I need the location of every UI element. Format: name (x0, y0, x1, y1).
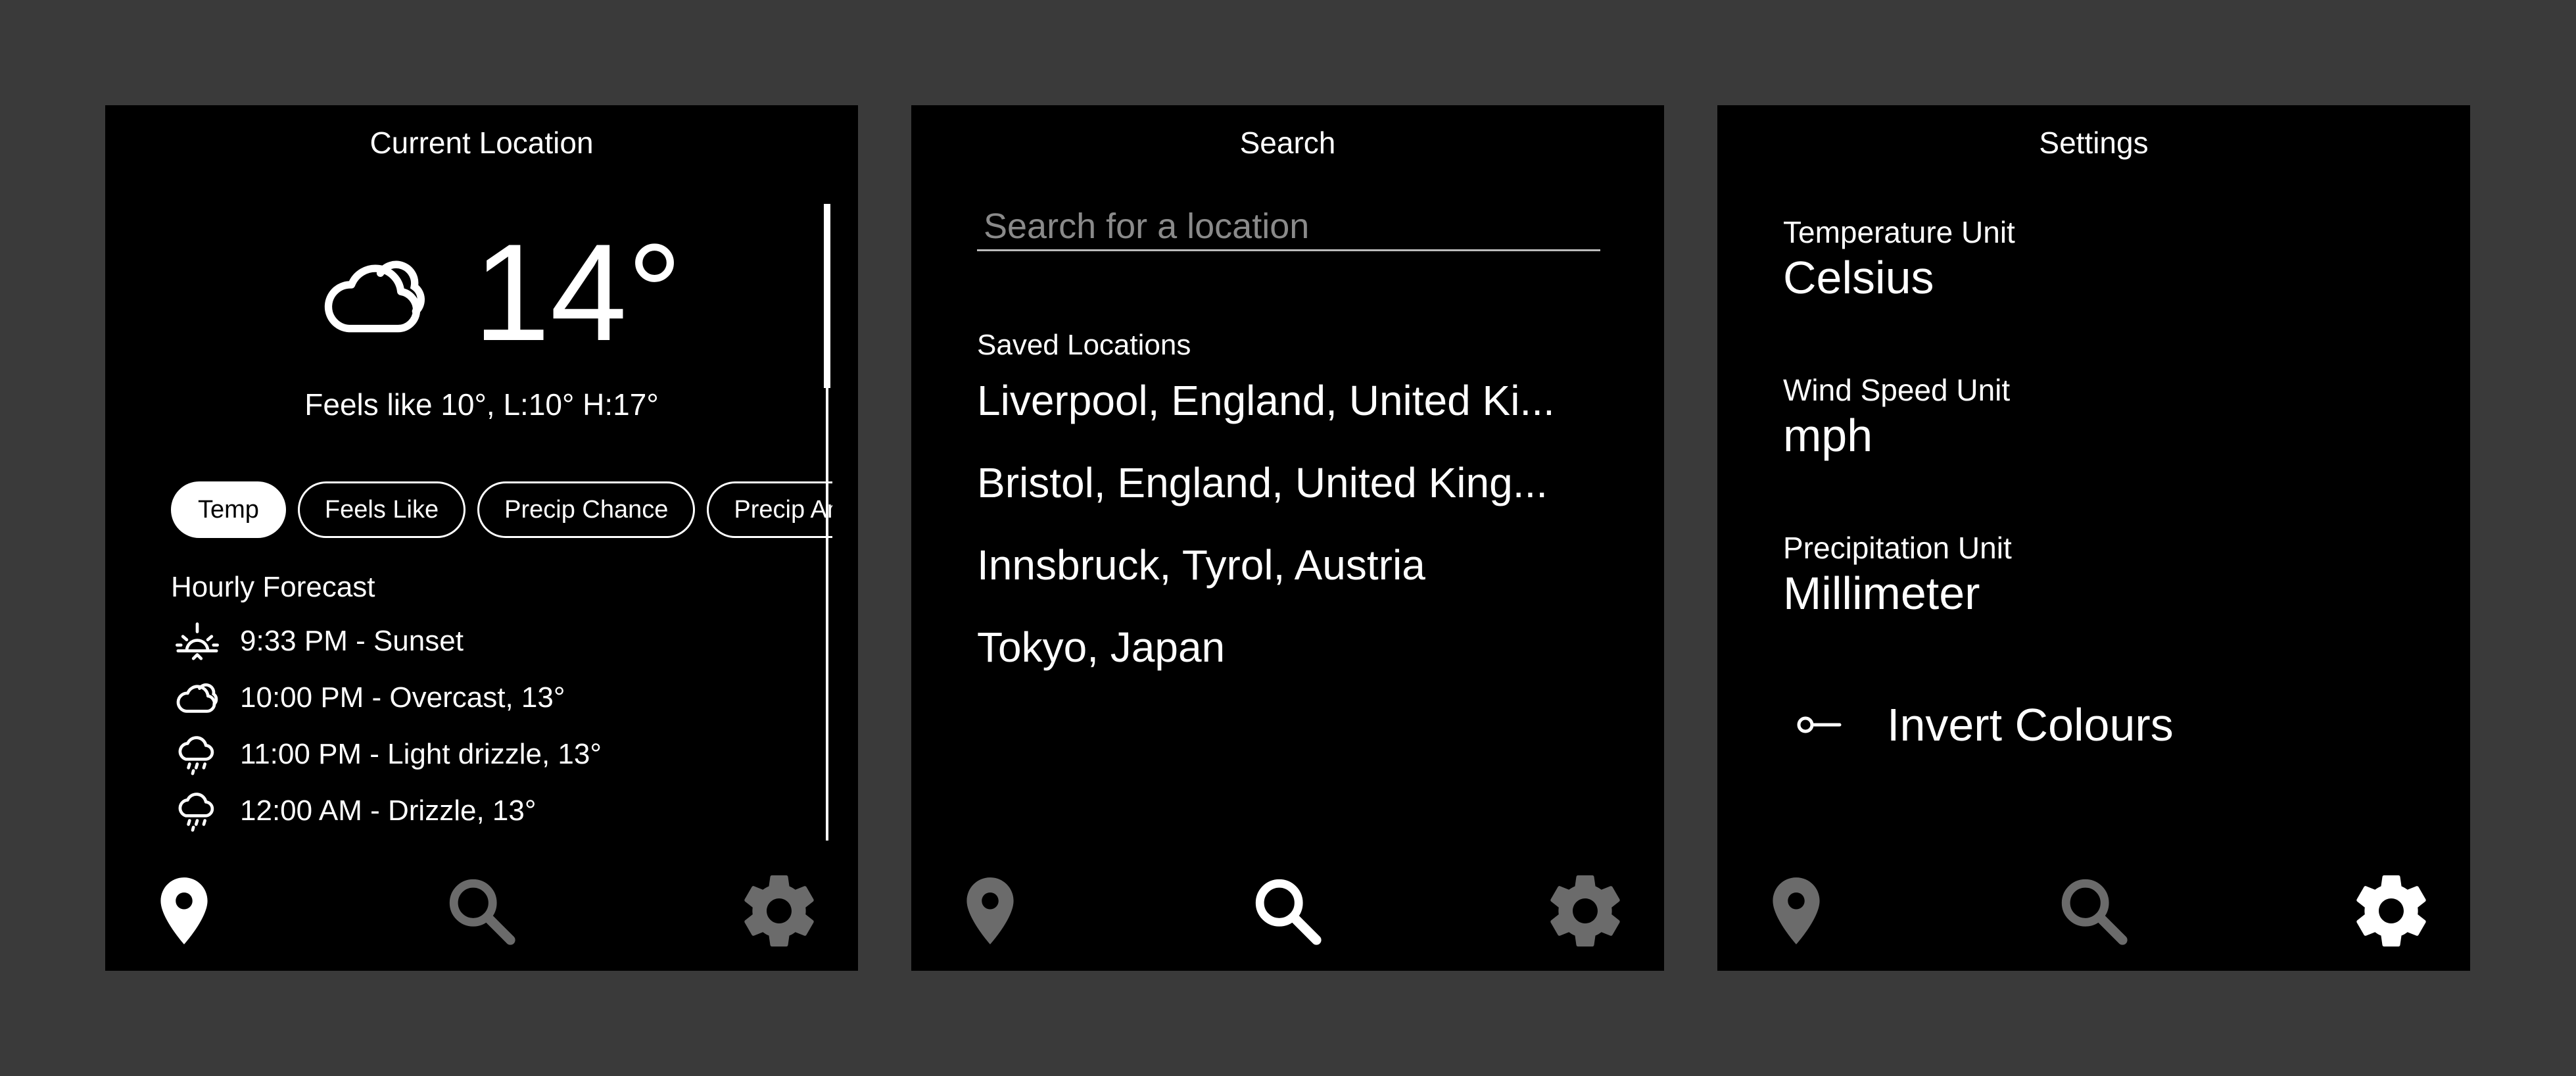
current-temperature: 14° (473, 215, 682, 370)
forecast-metric-tabs: Temp Feels Like Precip Chance Precip Amo… (171, 481, 832, 541)
feels-like-summary: Feels like 10°, L:10° H:17° (304, 387, 659, 422)
page-title: Search (1239, 126, 1336, 160)
hourly-item-text: 11:00 PM - Light drizzle, 13° (240, 738, 602, 770)
bottom-nav (105, 865, 858, 957)
saved-location-item[interactable]: Bristol, England, United King... (977, 458, 1602, 507)
temperature-unit-value: Celsius (1783, 252, 1934, 303)
cloud-drizzle-icon (174, 731, 220, 777)
tab-precip-amount[interactable]: Precip Amount (707, 481, 832, 538)
hourly-item: 9:33 PM - Sunset (174, 618, 464, 664)
gear-icon (1542, 868, 1628, 954)
toggle-off-icon (1797, 716, 1842, 733)
nav-current-location-button[interactable] (1750, 865, 1842, 957)
cloud-drizzle-icon (174, 788, 220, 834)
tab-temp[interactable]: Temp (171, 481, 286, 538)
nav-search-button[interactable] (1241, 865, 1333, 957)
nav-settings-button[interactable] (733, 865, 825, 957)
nav-settings-button[interactable] (1539, 865, 1631, 957)
location-pin-icon (144, 871, 224, 951)
hourly-item: 10:00 PM - Overcast, 13° (174, 675, 565, 721)
hourly-item-text: 12:00 AM - Drizzle, 13° (240, 795, 537, 827)
search-icon (1249, 872, 1326, 950)
search-input[interactable] (977, 203, 1600, 251)
tab-feels-like[interactable]: Feels Like (297, 481, 466, 538)
wind-speed-unit-value: mph (1783, 410, 1873, 461)
location-pin-icon (950, 871, 1030, 951)
hourly-item-text: 10:00 PM - Overcast, 13° (240, 681, 565, 714)
invert-colours-toggle[interactable]: Invert Colours (1796, 698, 2174, 751)
search-icon (442, 872, 520, 950)
precipitation-unit-value: Millimeter (1783, 568, 1980, 619)
search-icon (2055, 872, 2132, 950)
saved-location-item[interactable]: Tokyo, Japan (977, 623, 1602, 672)
invert-colours-label: Invert Colours (1887, 699, 2174, 750)
saved-location-item[interactable]: Innsbruck, Tyrol, Austria (977, 541, 1602, 589)
search-panel: Search Saved Locations Liverpool, Englan… (911, 105, 1664, 971)
hourly-item: 11:00 PM - Light drizzle, 13° (174, 731, 602, 777)
sunset-icon (174, 618, 220, 664)
hourly-item-text: 9:33 PM - Sunset (240, 625, 464, 657)
current-location-panel: Current Location 14° Feels like 10°, L:1… (105, 105, 858, 971)
page-title: Current Location (370, 126, 594, 160)
hourly-forecast-title: Hourly Forecast (171, 571, 375, 603)
cloud-icon (306, 240, 444, 355)
saved-locations-title: Saved Locations (977, 329, 1191, 361)
hourly-item: 12:00 AM - Drizzle, 13° (174, 788, 536, 834)
nav-current-location-button[interactable] (138, 865, 230, 957)
gear-icon (2349, 868, 2434, 954)
cloud-icon (174, 675, 220, 721)
bottom-nav (1717, 865, 2470, 957)
nav-search-button[interactable] (435, 865, 527, 957)
nav-current-location-button[interactable] (944, 865, 1036, 957)
settings-panel: Settings Temperature Unit Celsius Wind S… (1717, 105, 2470, 971)
bottom-nav (911, 865, 1664, 957)
tab-precip-chance[interactable]: Precip Chance (477, 481, 696, 538)
nav-settings-button[interactable] (2345, 865, 2437, 957)
location-pin-icon (1756, 871, 1836, 951)
saved-location-item[interactable]: Liverpool, England, United Ki... (977, 376, 1602, 425)
nav-search-button[interactable] (2047, 865, 2139, 957)
scrollbar-thumb[interactable] (824, 204, 830, 388)
gear-icon (736, 868, 822, 954)
temperature-unit-label: Temperature Unit (1783, 215, 2015, 249)
page-title: Settings (2039, 126, 2149, 160)
wind-speed-unit-label: Wind Speed Unit (1783, 373, 2011, 407)
precipitation-unit-label: Precipitation Unit (1783, 531, 2012, 565)
